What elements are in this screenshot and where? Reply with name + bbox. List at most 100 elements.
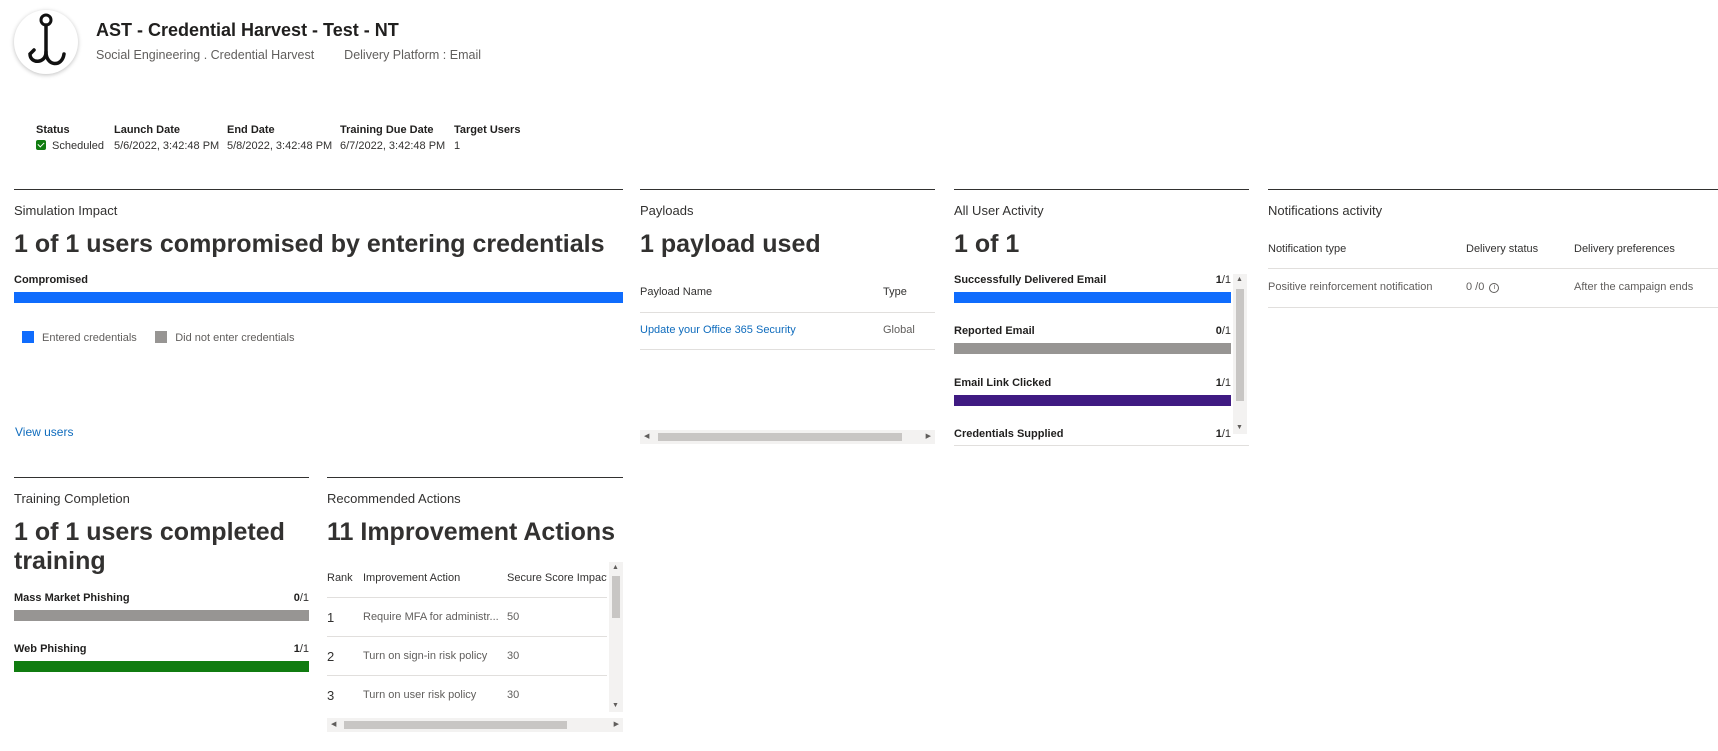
scroll-down-icon[interactable]: ▼	[612, 701, 619, 711]
activity-label: Credentials Supplied	[954, 428, 1064, 440]
status-text: Scheduled	[52, 140, 104, 152]
rank-cell: 2	[327, 649, 335, 664]
scroll-up-icon[interactable]: ▲	[1236, 275, 1243, 285]
recommended-headline: 11 Improvement Actions	[327, 518, 616, 546]
delivery-preference: After the campaign ends	[1574, 281, 1694, 293]
actions-horizontal-scrollbar[interactable]: ◀ ▶	[327, 718, 623, 732]
activity-count: 1/1	[1215, 274, 1231, 286]
table-row[interactable]: 3 Turn on user risk policy 30	[327, 676, 607, 712]
impact-legend: Entered credentials Did not enter creden…	[22, 328, 308, 346]
payloads-card: Payloads 1 payload used Payload Name Typ…	[640, 189, 935, 449]
scheduled-check-icon	[36, 140, 46, 150]
rank-header[interactable]: Rank	[327, 572, 353, 584]
training-count: 1/1	[293, 643, 309, 655]
end-date-value: 5/8/2022, 3:42:48 PM	[227, 140, 333, 152]
target-users-header: Target Users	[454, 124, 521, 136]
training-bar	[14, 610, 309, 621]
table-row[interactable]: 1 Require MFA for administr... 50	[327, 598, 607, 636]
delivery-platform-label: Delivery Platform : Email	[344, 48, 482, 62]
scroll-left-icon[interactable]: ◀	[331, 720, 336, 730]
divider	[640, 312, 935, 313]
scroll-down-icon[interactable]: ▼	[1236, 423, 1243, 433]
delivery-status-header[interactable]: Delivery status	[1466, 243, 1538, 255]
activity-label: Email Link Clicked	[954, 377, 1052, 389]
actions-vertical-scrollbar[interactable]: ▲ ▼	[609, 562, 623, 712]
improvement-action-header[interactable]: Improvement Action	[363, 572, 460, 584]
legend-swatch-blue	[22, 331, 34, 343]
training-bar	[14, 661, 309, 672]
view-users-link[interactable]: View users	[15, 425, 73, 439]
scroll-up-icon[interactable]: ▲	[612, 563, 619, 573]
action-cell: Require MFA for administr...	[363, 611, 499, 623]
scrollbar-thumb[interactable]	[344, 721, 567, 729]
technique-label: Social Engineering . Credential Harvest	[96, 48, 315, 62]
action-cell: Turn on user risk policy	[363, 689, 477, 701]
compromised-bar	[14, 292, 623, 303]
page-title: AST - Credential Harvest - Test - NT	[96, 20, 399, 40]
scroll-left-icon[interactable]: ◀	[644, 432, 649, 442]
activity-count: 0/1	[1215, 325, 1231, 337]
activity-bar	[954, 395, 1231, 406]
notifications-card: Notifications activity Notification type…	[1268, 189, 1718, 329]
training-due-value: 6/7/2022, 3:42:48 PM	[340, 140, 446, 152]
delivery-preferences-header[interactable]: Delivery preferences	[1574, 243, 1675, 255]
divider	[640, 349, 935, 350]
rank-cell: 3	[327, 688, 335, 703]
status-value: Scheduled	[36, 140, 104, 152]
scroll-right-icon[interactable]: ▶	[926, 432, 931, 442]
scrollbar-thumb[interactable]	[612, 576, 620, 618]
impact-cell: 30	[507, 689, 520, 701]
simulation-subtitle: Social Engineering . Credential Harvest D…	[96, 48, 481, 62]
scrollbar-thumb[interactable]	[1236, 289, 1244, 401]
payload-type-header[interactable]: Type	[883, 286, 907, 298]
recommended-actions-card: Recommended Actions 11 Improvement Actio…	[327, 477, 623, 735]
delivery-status: 0 /0 i	[1466, 281, 1500, 293]
impact-cell: 50	[507, 611, 520, 623]
activity-headline: 1 of 1	[954, 230, 1020, 258]
activity-bar	[954, 343, 1231, 354]
payload-name-link[interactable]: Update your Office 365 Security	[640, 324, 796, 336]
card-title: Payloads	[640, 203, 694, 218]
payload-type: Global	[883, 324, 915, 336]
info-icon[interactable]: i	[1489, 283, 1500, 293]
logo	[14, 10, 78, 74]
activity-label: Successfully Delivered Email	[954, 274, 1107, 286]
status-header: Status	[36, 124, 70, 136]
table-row[interactable]: 2 Turn on sign-in risk policy 30	[327, 637, 607, 675]
payload-name-header[interactable]: Payload Name	[640, 286, 712, 298]
score-impact-header[interactable]: Secure Score Impact	[507, 572, 607, 584]
activity-count: 1/1	[1215, 377, 1231, 389]
impact-cell: 30	[507, 650, 520, 662]
card-title: Simulation Impact	[14, 203, 118, 218]
end-date-header: End Date	[227, 124, 275, 136]
payloads-horizontal-scrollbar[interactable]: ◀ ▶	[640, 430, 935, 444]
training-count: 0/1	[293, 592, 309, 604]
fish-hook-icon	[28, 13, 66, 66]
activity-label: Reported Email	[954, 325, 1035, 337]
rank-cell: 1	[327, 610, 335, 625]
training-label: Web Phishing	[14, 643, 87, 655]
simulation-impact-card: Simulation Impact 1 of 1 users compromis…	[14, 189, 623, 449]
launch-date-value: 5/6/2022, 3:42:48 PM	[114, 140, 220, 152]
card-title: Training Completion	[14, 491, 130, 506]
legend-entered: Entered credentials	[22, 331, 137, 344]
impact-headline: 1 of 1 users compromised by entering cre…	[14, 230, 605, 258]
notification-type: Positive reinforcement notification	[1268, 281, 1433, 293]
card-title: Recommended Actions	[327, 491, 461, 506]
legend-swatch-gray	[155, 331, 168, 343]
training-label: Mass Market Phishing	[14, 592, 130, 604]
activity-vertical-scrollbar[interactable]: ▲ ▼	[1233, 274, 1247, 434]
action-cell: Turn on sign-in risk policy	[363, 650, 488, 662]
scroll-right-icon[interactable]: ▶	[614, 720, 619, 730]
activity-bar	[954, 292, 1231, 303]
divider	[1268, 307, 1718, 308]
actions-table: Rank Improvement Action Secure Score Imp…	[327, 562, 607, 712]
divider	[954, 445, 1249, 446]
scrollbar-thumb[interactable]	[658, 433, 902, 441]
notification-type-header[interactable]: Notification type	[1268, 243, 1346, 255]
legend-not-entered: Did not enter credentials	[155, 331, 294, 344]
compromised-bar-fill	[14, 292, 623, 303]
training-due-header: Training Due Date	[340, 124, 434, 136]
payloads-headline: 1 payload used	[640, 230, 821, 258]
launch-date-header: Launch Date	[114, 124, 181, 136]
